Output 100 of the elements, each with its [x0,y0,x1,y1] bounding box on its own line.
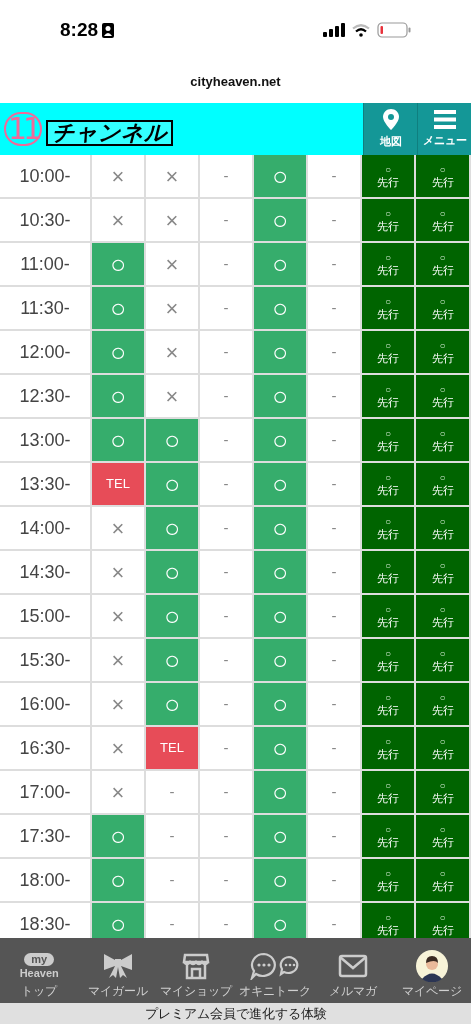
nav-tab[interactable]: メルマガ [314,938,393,1003]
wifi-icon [352,23,370,37]
advance-booking-label[interactable]: 先行 [377,440,399,452]
phone-booking-cell[interactable]: TEL [92,463,146,505]
available-mark: ○ [439,208,446,219]
available-cell[interactable]: ○ [254,683,308,725]
advance-booking-label[interactable]: 先行 [431,792,454,804]
advance-booking-label[interactable]: 先行 [431,748,454,760]
advance-booking-label[interactable]: 先行 [431,220,454,232]
available-mark: ○ [439,164,446,175]
available-mark: ○ [439,560,446,571]
address-bar-url[interactable]: cityheaven.net [190,71,281,92]
available-cell[interactable]: ○ [92,287,146,329]
available-cell[interactable]: ○ [146,683,200,725]
available-cell[interactable]: ○ [92,419,146,461]
available-cell[interactable]: ○ [254,815,308,857]
available-cell[interactable]: ○ [92,903,146,938]
available-cell[interactable]: ○ [146,551,200,593]
bow-icon [101,953,134,979]
available-cell[interactable]: ○ [254,243,308,285]
advance-booking-label[interactable]: 先行 [377,484,399,496]
shop-icon [182,952,211,980]
available-mark: ○ [384,912,391,923]
available-cell[interactable]: ○ [92,331,146,373]
available-mark: ○ [439,472,446,483]
advance-booking-label[interactable]: 先行 [377,572,399,584]
advance-booking-label[interactable]: 先行 [377,836,399,848]
advance-booking-label[interactable]: 先行 [377,704,399,716]
nav-tab[interactable]: my Heaven トップ [0,938,79,1003]
person-card-icon [102,22,115,38]
available-cell[interactable]: ○ [146,419,200,461]
available-cell[interactable]: ○ [146,507,200,549]
advance-booking-label[interactable]: 先行 [377,660,399,672]
available-cell[interactable]: ○ [146,595,200,637]
available-cell[interactable]: ○ [254,375,308,417]
menu-button[interactable]: メニュー [417,103,471,155]
available-cell[interactable]: ○ [254,903,308,938]
phone-booking-cell[interactable]: TEL [146,727,200,769]
available-cell[interactable]: ○ [254,771,308,813]
available-cell[interactable]: ○ [254,595,308,637]
advance-booking-label[interactable]: 先行 [377,308,399,320]
available-mark: ○ [384,736,391,747]
advance-booking-label[interactable]: 先行 [431,660,454,672]
available-cell[interactable]: ○ [254,639,308,681]
available-mark: ○ [439,648,446,659]
advance-booking-label[interactable]: 先行 [377,352,399,364]
advance-booking-label[interactable]: 先行 [431,396,454,408]
advance-booking-label[interactable]: 先行 [377,616,399,628]
map-button[interactable]: 地図 [363,103,417,155]
nav-tab[interactable]: マイガール [78,938,157,1003]
advance-booking-label[interactable]: 先行 [431,924,454,936]
advance-booking-label[interactable]: 先行 [431,484,454,496]
advance-booking-label[interactable]: 先行 [431,616,454,628]
advance-booking-label[interactable]: 先行 [377,396,399,408]
nav-tab[interactable]: マイページ [392,938,471,1003]
available-cell[interactable]: ○ [92,815,146,857]
advance-booking-label[interactable]: 先行 [377,748,399,760]
available-mark: ○ [439,340,446,351]
advance-booking-label[interactable]: 先行 [377,924,399,936]
available-cell[interactable]: ○ [92,243,146,285]
chat-bubbles-icon [248,952,301,980]
map-pin-icon [382,108,399,130]
advance-booking-label[interactable]: 先行 [431,440,454,452]
nav-tab[interactable]: オキニトーク [235,938,314,1003]
advance-booking-label[interactable]: 先行 [431,836,454,848]
advance-booking-label[interactable]: 先行 [431,352,454,364]
advance-booking-label[interactable]: 先行 [377,792,399,804]
advance-booking-label[interactable]: 先行 [431,572,454,584]
available-cell[interactable]: ○ [254,155,308,197]
advance-booking-label[interactable]: 先行 [431,528,454,540]
available-cell[interactable]: ○ [254,727,308,769]
available-cell[interactable]: ○ [254,463,308,505]
advance-booking-label[interactable]: 先行 [377,220,399,232]
available-mark: ○ [384,868,391,879]
menu-icon [433,109,456,129]
advance-booking-label[interactable]: 先行 [431,264,454,276]
advance-booking-label[interactable]: 先行 [377,176,399,188]
advance-booking-label[interactable]: 先行 [431,176,454,188]
advance-booking-label[interactable]: 先行 [431,704,454,716]
available-mark: ○ [439,780,446,791]
available-mark: ○ [384,824,391,835]
available-cell[interactable]: ○ [254,287,308,329]
clock: 8:28 [60,17,99,42]
available-cell[interactable]: ○ [254,507,308,549]
available-cell[interactable]: ○ [92,375,146,417]
available-cell[interactable]: ○ [146,639,200,681]
advance-booking-label[interactable]: 先行 [431,880,454,892]
advance-booking-label[interactable]: 先行 [377,880,399,892]
available-cell[interactable]: ○ [254,331,308,373]
advance-booking-label[interactable]: 先行 [377,264,399,276]
available-cell[interactable]: ○ [254,199,308,241]
advance-booking-label[interactable]: 先行 [431,308,454,320]
available-cell[interactable]: ○ [254,551,308,593]
advance-booking-label[interactable]: 先行 [377,528,399,540]
available-mark: ○ [439,868,446,879]
available-cell[interactable]: ○ [254,419,308,461]
available-cell[interactable]: ○ [146,463,200,505]
available-cell[interactable]: ○ [254,859,308,901]
nav-tab[interactable]: マイショップ [157,938,236,1003]
available-cell[interactable]: ○ [92,859,146,901]
